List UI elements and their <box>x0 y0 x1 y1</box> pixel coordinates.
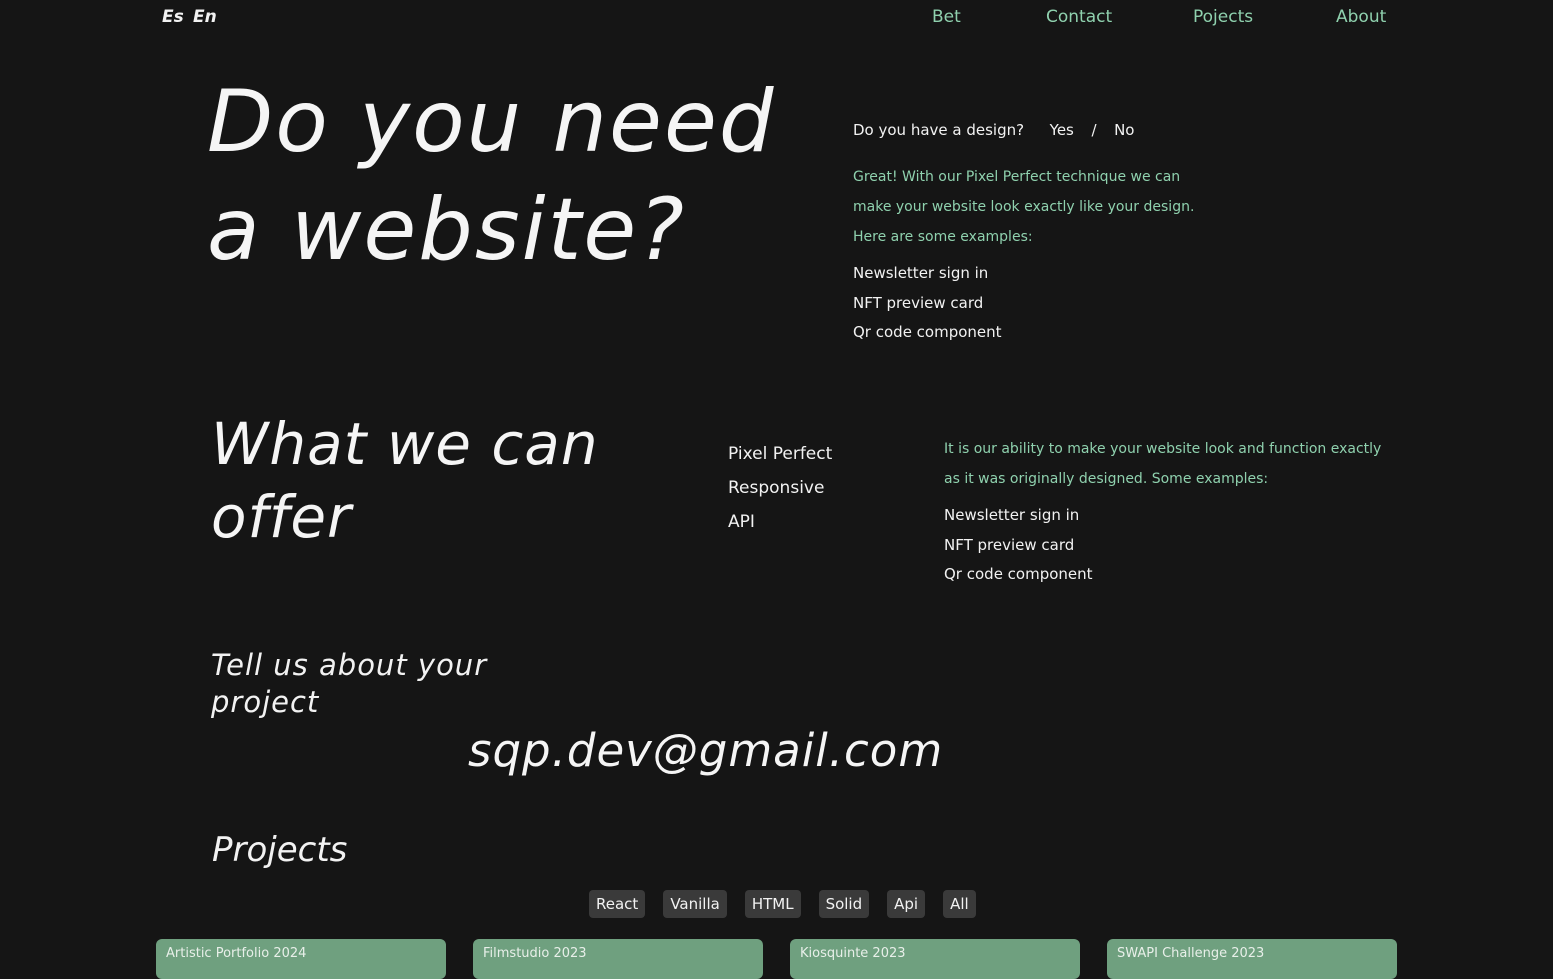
nav-contact[interactable]: Contact <box>1046 7 1112 27</box>
nav-about[interactable]: About <box>1336 7 1386 27</box>
no-option[interactable]: No <box>1114 121 1134 139</box>
project-card-title: Artistic Portfolio 2024 <box>166 946 307 961</box>
email-link[interactable]: sqp.dev@gmail.com <box>468 724 943 777</box>
example-link-newsletter[interactable]: Newsletter sign in <box>944 501 1093 531</box>
project-card[interactable]: SWAPI Challenge 2023 <box>1107 939 1397 979</box>
nav-bet[interactable]: Bet <box>932 7 961 27</box>
project-card[interactable]: Kiosquinte 2023 <box>790 939 1080 979</box>
contact-heading: Tell us about your project <box>211 647 511 721</box>
design-question-label: Do you have a design? <box>853 121 1025 139</box>
offer-item-responsive[interactable]: Responsive <box>728 471 832 505</box>
hero-examples-list: Newsletter sign in NFT preview card Qr c… <box>853 259 1002 348</box>
hero-title-line1: Do you need <box>207 72 776 172</box>
filter-api[interactable]: Api <box>887 890 926 918</box>
option-separator: / <box>1091 121 1097 139</box>
offer-title-line1: What we can <box>211 410 599 478</box>
contact-heading-line2: project <box>211 685 320 719</box>
offer-item-pixel-perfect[interactable]: Pixel Perfect <box>728 437 832 471</box>
filter-html[interactable]: HTML <box>744 890 801 918</box>
offer-examples-list: Newsletter sign in NFT preview card Qr c… <box>944 501 1093 590</box>
offer-description-line: It is our ability to make your website l… <box>944 441 1382 457</box>
filter-vanilla[interactable]: Vanilla <box>663 890 727 918</box>
yes-option[interactable]: Yes <box>1050 121 1074 139</box>
project-card[interactable]: Artistic Portfolio 2024 <box>156 939 446 979</box>
project-card-title: SWAPI Challenge 2023 <box>1117 946 1265 961</box>
design-question: Do you have a design? Yes / No <box>853 121 1134 139</box>
filter-react[interactable]: React <box>589 890 646 918</box>
project-card-title: Kiosquinte 2023 <box>800 946 906 961</box>
filter-all[interactable]: All <box>943 890 976 918</box>
lang-es[interactable]: Es <box>162 7 184 27</box>
project-filters: React Vanilla HTML Solid Api All <box>589 890 976 918</box>
hero-title-line2: a website? <box>207 180 686 280</box>
design-answer: Great! With our Pixel Perfect technique … <box>853 162 1194 252</box>
example-link-qr[interactable]: Qr code component <box>853 318 1002 348</box>
example-link-qr[interactable]: Qr code component <box>944 560 1093 590</box>
offer-title-line2: offer <box>211 483 352 551</box>
design-answer-line: Here are some examples: <box>853 229 1033 245</box>
projects-title: Projects <box>212 830 348 870</box>
offer-description-line: as it was originally designed. Some exam… <box>944 471 1269 487</box>
filter-solid[interactable]: Solid <box>818 890 870 918</box>
design-answer-line: make your website look exactly like your… <box>853 199 1195 215</box>
offer-item-api[interactable]: API <box>728 505 832 539</box>
offer-title: What we can offer <box>211 408 651 554</box>
example-link-nft[interactable]: NFT preview card <box>944 531 1093 561</box>
project-card-title: Filmstudio 2023 <box>483 946 587 961</box>
offer-list: Pixel Perfect Responsive API <box>728 437 832 539</box>
example-link-nft[interactable]: NFT preview card <box>853 289 1002 319</box>
offer-description: It is our ability to make your website l… <box>944 434 1381 494</box>
project-card[interactable]: Filmstudio 2023 <box>473 939 763 979</box>
contact-heading-line1: Tell us about your <box>211 648 488 682</box>
hero-title: Do you need a website? <box>207 68 807 284</box>
nav-projects[interactable]: Pojects <box>1193 7 1253 27</box>
lang-en[interactable]: En <box>193 7 217 27</box>
example-link-newsletter[interactable]: Newsletter sign in <box>853 259 1002 289</box>
design-answer-line: Great! With our Pixel Perfect technique … <box>853 169 1181 185</box>
